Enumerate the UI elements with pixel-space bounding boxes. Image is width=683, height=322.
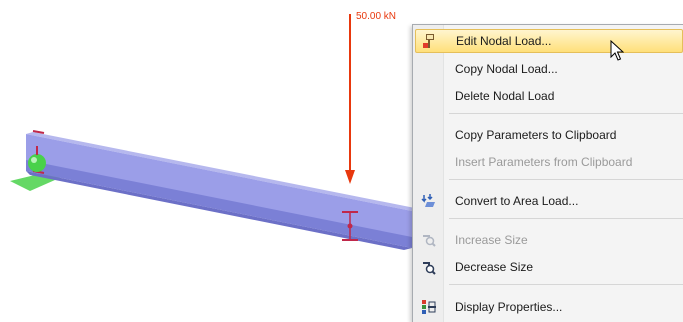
increase-size-icon — [415, 228, 443, 252]
support-node-highlight — [31, 157, 37, 163]
menu-item-copy-parameters[interactable]: Copy Parameters to Clipboard — [415, 123, 683, 147]
menu-item-label: Copy Nodal Load... — [455, 62, 558, 76]
menu-separator — [449, 113, 683, 114]
menu-item-label: Display Properties... — [455, 300, 563, 314]
menu-separator — [449, 179, 683, 180]
menu-item-increase-size[interactable]: Increase Size — [415, 228, 683, 252]
convert-area-load-icon — [415, 189, 443, 213]
menu-separator — [449, 284, 683, 285]
menu-item-delete-nodal-load[interactable]: Delete Nodal Load — [415, 84, 683, 108]
nodal-load-arrow-head[interactable] — [345, 170, 355, 184]
nodal-load-value: 50.00 kN — [356, 11, 397, 22]
menu-item-label: Increase Size — [455, 233, 528, 247]
menu-item-label: Decrease Size — [455, 260, 534, 274]
menu-item-insert-parameters[interactable]: Insert Parameters from Clipboard — [415, 150, 683, 174]
decrease-size-icon — [415, 255, 443, 279]
menu-item-label: Edit Nodal Load... — [456, 34, 552, 48]
context-menu: Edit Nodal Load... Copy Nodal Load... De… — [412, 24, 683, 322]
load-node[interactable] — [347, 223, 353, 229]
menu-item-label: Convert to Area Load... — [455, 194, 579, 208]
menu-separator — [449, 218, 683, 219]
support-node[interactable] — [28, 154, 46, 172]
menu-item-edit-nodal-load[interactable]: Edit Nodal Load... — [415, 29, 683, 53]
menu-item-label: Copy Parameters to Clipboard — [455, 128, 617, 142]
edit-load-icon — [416, 29, 444, 53]
menu-item-label: Insert Parameters from Clipboard — [455, 155, 633, 169]
menu-item-label: Delete Nodal Load — [455, 89, 555, 103]
menu-item-display-properties[interactable]: Display Properties... — [415, 295, 683, 319]
menu-item-decrease-size[interactable]: Decrease Size — [415, 255, 683, 279]
menu-item-copy-nodal-load[interactable]: Copy Nodal Load... — [415, 57, 683, 81]
menu-item-convert-area-load[interactable]: Convert to Area Load... — [415, 189, 683, 213]
mouse-cursor-icon — [610, 40, 624, 61]
display-properties-icon — [415, 295, 443, 319]
